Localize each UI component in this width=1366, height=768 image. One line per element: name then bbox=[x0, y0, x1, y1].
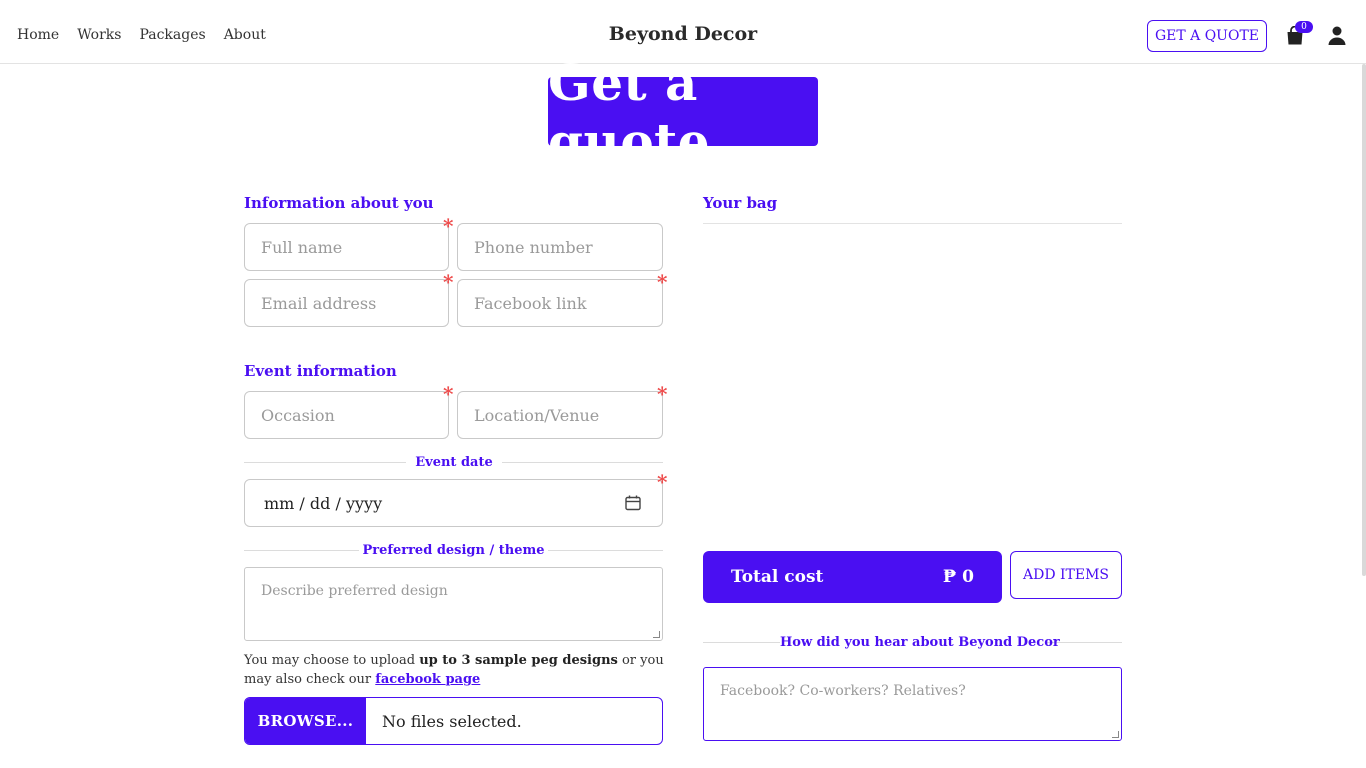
resize-handle[interactable] bbox=[653, 631, 660, 638]
bag-divider bbox=[703, 223, 1122, 224]
event-date-label: Event date bbox=[406, 455, 502, 470]
required-asterisk: * bbox=[657, 470, 668, 494]
browse-button[interactable]: BROWSE... bbox=[245, 698, 366, 744]
divider bbox=[703, 642, 780, 643]
referral-placeholder: Facebook? Co-workers? Relatives? bbox=[720, 683, 966, 699]
file-status: No files selected. bbox=[382, 711, 522, 731]
phone-number-input[interactable]: Phone number bbox=[457, 223, 663, 271]
nav-works-link[interactable]: Works bbox=[77, 27, 121, 43]
info-section-heading: Information about you bbox=[244, 194, 434, 212]
total-cost-label: Total cost bbox=[731, 567, 824, 587]
required-asterisk: * bbox=[443, 382, 454, 406]
event-section-heading: Event information bbox=[244, 362, 397, 380]
referral-label: How did you hear about Beyond Decor bbox=[780, 635, 1060, 650]
preferred-design-textarea[interactable]: Describe preferred design bbox=[244, 567, 663, 641]
nav-about-link[interactable]: About bbox=[224, 27, 266, 43]
page-scrollbar[interactable] bbox=[1362, 64, 1366, 576]
note-bold: up to 3 sample peg designs bbox=[419, 653, 618, 668]
get-a-quote-button[interactable]: GET A QUOTE bbox=[1147, 20, 1267, 52]
note-text-1: You may choose to upload bbox=[244, 653, 420, 668]
file-upload: BROWSE... No files selected. bbox=[244, 697, 663, 745]
total-cost-amount: ₱ 0 bbox=[942, 567, 974, 587]
email-input[interactable]: Email address bbox=[244, 279, 449, 327]
bag-section-heading: Your bag bbox=[703, 194, 778, 212]
page-title: Get a quote bbox=[548, 53, 818, 171]
calendar-icon[interactable] bbox=[625, 495, 641, 511]
upload-note: You may choose to upload up to 3 sample … bbox=[244, 651, 674, 689]
required-asterisk: * bbox=[657, 270, 668, 294]
required-asterisk: * bbox=[443, 270, 454, 294]
facebook-link-input[interactable]: Facebook link bbox=[457, 279, 663, 327]
nav-home-link[interactable]: Home bbox=[17, 27, 59, 43]
occasion-input[interactable]: Occasion bbox=[244, 391, 449, 439]
divider bbox=[244, 550, 359, 551]
divider bbox=[244, 462, 406, 463]
total-cost-bar: Total cost ₱ 0 bbox=[703, 551, 1002, 603]
required-asterisk: * bbox=[443, 214, 454, 238]
venue-input[interactable]: Location/Venue bbox=[457, 391, 663, 439]
divider bbox=[548, 550, 663, 551]
required-asterisk: * bbox=[657, 382, 668, 406]
nav-packages-link[interactable]: Packages bbox=[139, 27, 205, 43]
user-icon[interactable] bbox=[1328, 26, 1346, 46]
divider bbox=[502, 462, 663, 463]
preferred-design-label: Preferred design / theme bbox=[359, 543, 548, 558]
brand-logo[interactable]: Beyond Decor bbox=[609, 23, 757, 45]
nav-links: Home Works Packages About bbox=[17, 27, 266, 43]
add-items-button[interactable]: ADD ITEMS bbox=[1010, 551, 1122, 599]
referral-textarea[interactable]: Facebook? Co-workers? Relatives? bbox=[703, 667, 1122, 741]
event-date-input[interactable]: mm / dd / yyyy bbox=[244, 479, 663, 527]
bag-count-badge: 0 bbox=[1295, 21, 1313, 33]
design-placeholder: Describe preferred design bbox=[261, 583, 448, 599]
full-name-input[interactable]: Full name bbox=[244, 223, 449, 271]
date-placeholder: mm / dd / yyyy bbox=[264, 493, 383, 513]
facebook-page-link[interactable]: facebook page bbox=[375, 672, 480, 687]
resize-handle[interactable] bbox=[1112, 731, 1119, 738]
